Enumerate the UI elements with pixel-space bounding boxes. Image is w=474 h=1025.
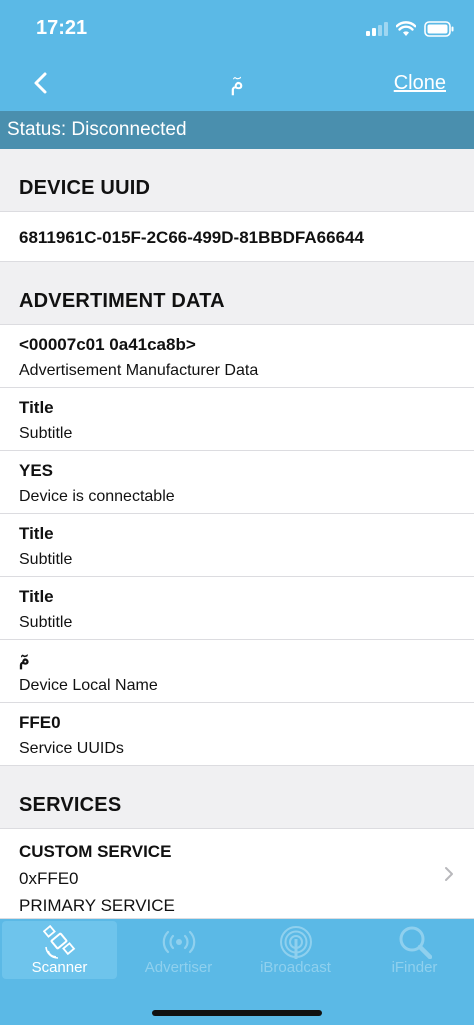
item-title: Title [19, 398, 54, 417]
beacon-icon [279, 926, 312, 959]
tab-label: Advertiser [144, 959, 213, 976]
tab-label: iFinder [391, 959, 438, 976]
item-subtitle: Service UUIDs [19, 740, 124, 757]
wifi-icon [396, 21, 416, 36]
service-row[interactable]: CUSTOM SERVICE 0xFFE0 PRIMARY SERVICE [0, 829, 474, 919]
list-item: FFE0 Service UUIDs [0, 703, 474, 766]
service-uuid: 0xFFE0 [19, 869, 79, 888]
section-header-uuid: DEVICE UUID [0, 149, 474, 212]
item-subtitle: Device is connectable [19, 488, 175, 505]
item-title: Title [19, 524, 54, 543]
section-header-services: SERVICES [0, 766, 474, 829]
section-header-adv: ADVERTIMENT DATA [0, 262, 474, 325]
home-indicator[interactable] [152, 1010, 322, 1016]
tab-bar: Scanner Advertiser iBroadcast iFinder [0, 919, 474, 1025]
list-item: YES Device is connectable [0, 451, 474, 514]
list-item: <00007c01 0a41ca8b> Advertisement Manufa… [0, 325, 474, 388]
clone-button[interactable]: Clone [394, 72, 446, 95]
item-subtitle: Device Local Name [19, 677, 158, 694]
connection-status: Status: Disconnected [0, 111, 474, 149]
magnifier-icon [399, 926, 432, 959]
item-subtitle: Subtitle [19, 614, 73, 631]
tab-ibroadcast[interactable]: iBroadcast [238, 921, 353, 979]
item-title: Title [19, 587, 54, 606]
item-title: YES [19, 461, 54, 480]
uuid-cell: 6811961C-015F-2C66-499D-81BBDFA66644 [0, 212, 474, 262]
battery-icon [424, 21, 454, 37]
item-title: مٓ [19, 650, 30, 669]
item-subtitle: Subtitle [19, 425, 73, 442]
satellite-icon [42, 925, 75, 959]
system-status-bar: 17:21 [0, 0, 474, 56]
list-item: Title Subtitle [0, 388, 474, 451]
tab-label: Scanner [31, 959, 88, 976]
service-name: CUSTOM SERVICE [19, 842, 172, 861]
service-type: PRIMARY SERVICE [19, 896, 175, 915]
tab-advertiser[interactable]: Advertiser [121, 921, 236, 979]
item-subtitle: Subtitle [19, 551, 73, 568]
system-icons [366, 20, 454, 38]
list-item: مٓ Device Local Name [0, 640, 474, 703]
item-title: FFE0 [19, 713, 61, 732]
list-item: Title Subtitle [0, 514, 474, 577]
tab-label: iBroadcast [260, 959, 331, 976]
navigation-bar: مٓ Clone [0, 56, 474, 111]
chevron-right-icon [445, 867, 453, 881]
device-detail-list[interactable]: DEVICE UUID 6811961C-015F-2C66-499D-81BB… [0, 149, 474, 919]
item-subtitle: Advertisement Manufacturer Data [19, 362, 259, 379]
broadcast-icon [162, 930, 195, 954]
tab-ifinder[interactable]: iFinder [357, 921, 472, 979]
top-bar: 17:21 مٓ Clone [0, 0, 474, 111]
signal-icon [366, 22, 388, 36]
item-title: <00007c01 0a41ca8b> [19, 335, 196, 354]
tab-scanner[interactable]: Scanner [2, 921, 117, 979]
clock: 17:21 [36, 17, 88, 39]
list-item: Title Subtitle [0, 577, 474, 640]
